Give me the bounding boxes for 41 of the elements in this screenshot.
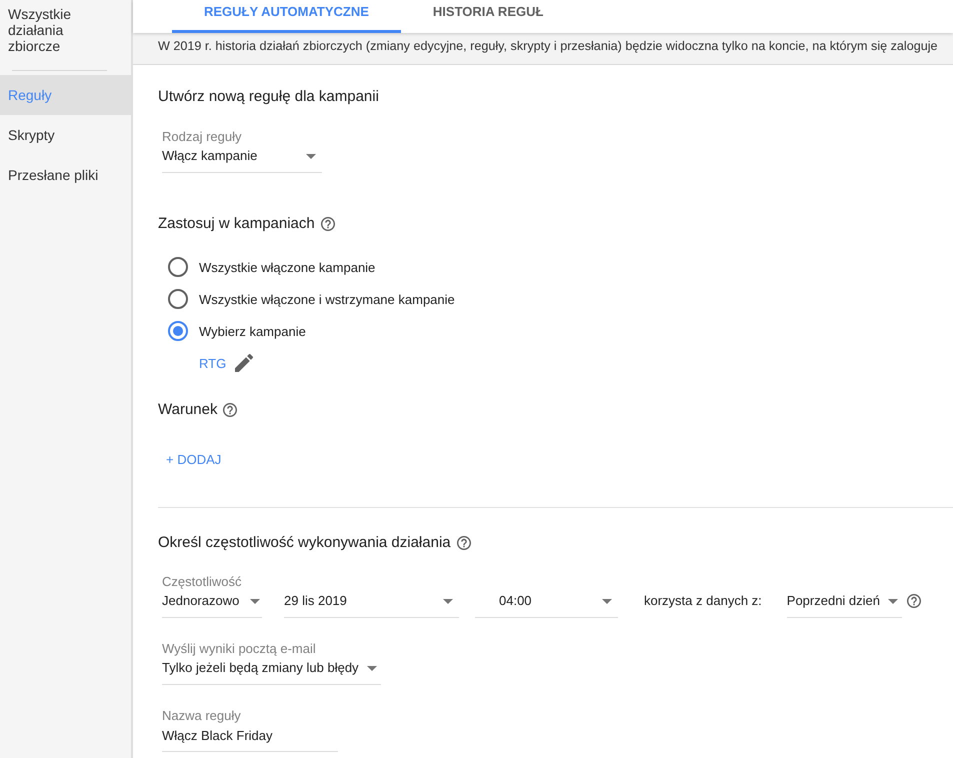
- email-results-dropdown[interactable]: Tylko jeżeli będą zmiany lub błędy: [162, 658, 381, 685]
- radio-option[interactable]: Wszystkie włączone kampanie: [158, 251, 376, 283]
- caret-icon: [306, 154, 316, 158]
- sidebar-item[interactable]: Przesłane pliki: [0, 155, 131, 195]
- field-label: Częstotliwość: [162, 573, 242, 591]
- data-source-label: korzysta z danych z:: [644, 592, 762, 610]
- date-dropdown[interactable]: 29 lis 2019: [284, 591, 459, 618]
- caret-icon: [443, 598, 453, 604]
- notice-text: W 2019 r. historia działań zbiorczych (zmiany edycyjne, reguły, skrypty i przesłania) będzie widoczna tylko na koncie, na którym się zaloguje: [158, 38, 938, 55]
- caret-icon: [250, 598, 260, 604]
- radio-option[interactable]: Wszystkie włączone i wstrzymane kampanie: [158, 283, 455, 315]
- section-heading: Utwórz nową regułę dla kampanii: [158, 87, 379, 107]
- radio-icon[interactable]: [168, 257, 188, 277]
- caret-icon: [602, 598, 612, 604]
- field-label: Rodzaj reguły: [162, 128, 242, 146]
- tab[interactable]: HISTORIA REGUŁ: [400, 0, 576, 33]
- section-heading: Warunek: [158, 400, 218, 420]
- help-icon[interactable]: [906, 594, 921, 608]
- help-icon[interactable]: [223, 403, 238, 417]
- rule-type-dropdown[interactable]: Włącz kampanie: [162, 146, 322, 173]
- add-condition-button[interactable]: + DODAJ: [158, 441, 230, 477]
- section-heading: Zastosuj w kampaniach: [158, 214, 315, 234]
- tab[interactable]: REGUŁY AUTOMATYCZNE: [172, 0, 401, 33]
- section-heading: Określ częstotliwość wykonywania działania: [158, 533, 451, 553]
- caret-icon: [888, 598, 898, 604]
- sidebar-item[interactable]: Wszystkie działania zbiorcze: [0, 0, 98, 54]
- pencil-icon[interactable]: [235, 354, 254, 372]
- help-icon[interactable]: [456, 536, 471, 550]
- time-dropdown[interactable]: 04:00: [475, 591, 618, 618]
- data-source-dropdown[interactable]: Poprzedni dzień: [786, 591, 902, 618]
- field-label: Nazwa reguły: [162, 707, 241, 725]
- campaign-link[interactable]: RTG: [199, 356, 226, 370]
- radio-option[interactable]: Wybierz kampanie: [158, 315, 306, 347]
- frequency-dropdown[interactable]: Jednorazowo: [162, 591, 262, 618]
- sidebar-item[interactable]: Skrypty: [0, 115, 131, 155]
- radio-icon[interactable]: [168, 321, 188, 341]
- caret-icon: [366, 666, 377, 670]
- field-label: Wyślij wyniki pocztą e-mail: [162, 640, 316, 658]
- radio-icon[interactable]: [168, 289, 188, 309]
- help-icon[interactable]: [320, 217, 335, 231]
- rule-name-field[interactable]: Włącz Black Friday: [162, 725, 338, 752]
